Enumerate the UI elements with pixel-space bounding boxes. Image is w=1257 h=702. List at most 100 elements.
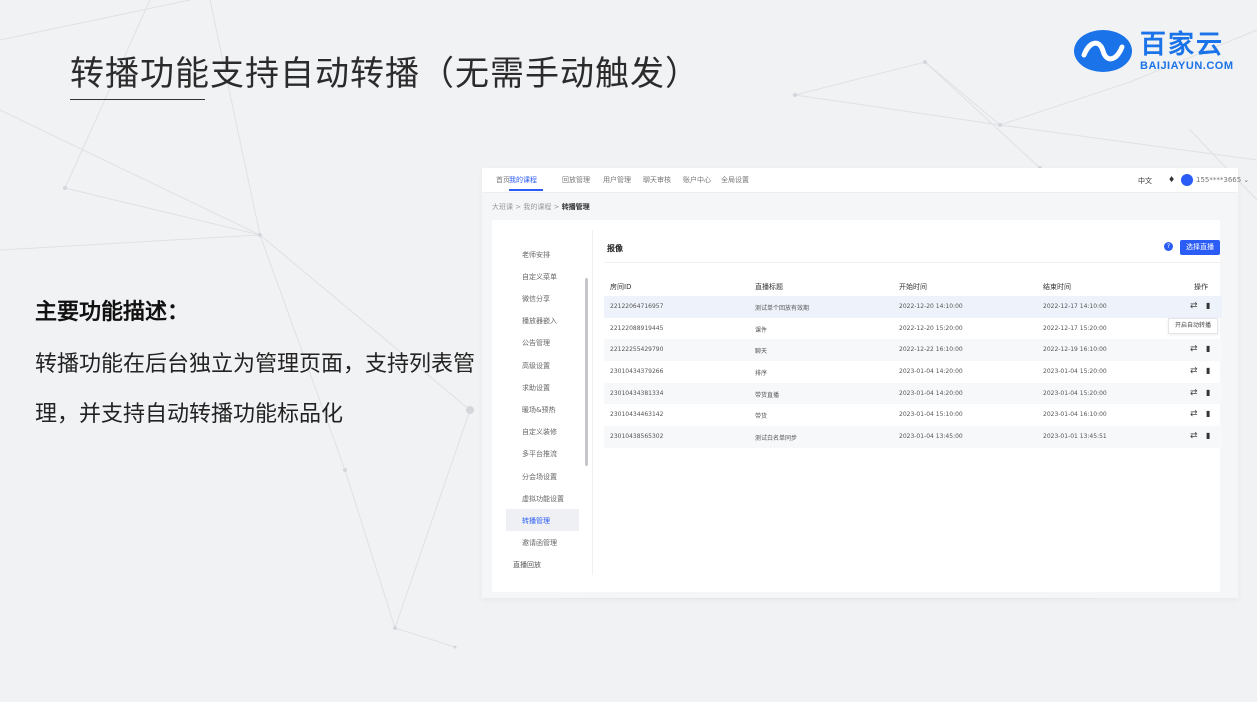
- cell-end-time: 2022-12-17 15:20:00: [1043, 324, 1107, 332]
- cell-room-id: 22122064716957: [610, 303, 664, 310]
- sidebar-item-decoration[interactable]: 自定义装修: [522, 427, 557, 437]
- cell-end-time: 2022-12-17 14:10:00: [1043, 303, 1107, 310]
- column-actions: 操作: [1194, 283, 1208, 291]
- cell-start-time: 2022-12-20 15:20:00: [899, 324, 963, 332]
- title-divider: [604, 262, 1222, 263]
- table-row[interactable]: 23010434381334 带货直播 2023-01-04 14:20:00 …: [604, 382, 1222, 405]
- nav-my-courses[interactable]: 我的课程: [509, 175, 537, 185]
- table-header: 房间ID 直播标题 开始时间 结束时间 操作: [604, 275, 1222, 296]
- cell-room-id: 22122255429790: [610, 346, 664, 354]
- sidebar-item-sub-venue[interactable]: 分会场设置: [522, 472, 557, 482]
- trash-icon[interactable]: ▮: [1206, 431, 1210, 440]
- content-panel: 老师安排 自定义菜单 微信分享 播放器嵌入 公告管理 高级设置 求助设置 暖场&…: [492, 220, 1222, 592]
- sidebar-item-help[interactable]: 求助设置: [522, 383, 550, 393]
- breadcrumb-root[interactable]: 大班课: [492, 203, 513, 211]
- sidebar-item-virtual[interactable]: 虚拟功能设置: [522, 494, 564, 504]
- nav-account[interactable]: 账户中心: [683, 175, 711, 185]
- description-heading: 主要功能描述：: [35, 299, 190, 325]
- admin-console-screenshot: 首页 我的课程 回放管理 用户管理 聊天审核 账户中心 全局设置 中文 ♦ 15…: [482, 168, 1249, 598]
- breadcrumb-parent[interactable]: 我的课程: [523, 203, 551, 211]
- relay-toggle-icon[interactable]: ⇄: [1190, 431, 1198, 441]
- cell-room-id: 22122088919445: [610, 324, 664, 332]
- cell-room-id: 23010438565302: [610, 433, 664, 441]
- breadcrumb: 大班课 > 我的课程 > 转播管理: [492, 202, 590, 212]
- cell-title: 测试单个回放有效期: [755, 305, 810, 312]
- cell-start-time: 2023-01-04 15:10:00: [899, 411, 963, 419]
- nav-chat-review[interactable]: 聊天审核: [643, 175, 671, 185]
- trash-icon[interactable]: ▮: [1206, 301, 1210, 310]
- user-account-menu[interactable]: 155****3665 ⌄: [1196, 176, 1249, 184]
- cell-start-time: 2022-12-22 16:10:00: [899, 346, 963, 354]
- sidebar-scrollbar[interactable]: [585, 278, 588, 466]
- bell-icon[interactable]: ♦: [1168, 175, 1175, 184]
- baijiayun-logo-icon: [1074, 30, 1132, 72]
- sidebar-item-player-embed[interactable]: 播放器嵌入: [522, 316, 557, 326]
- table-row[interactable]: 23010434379266 排序 2023-01-04 14:20:00 20…: [604, 361, 1222, 383]
- cell-room-id: 23010434379266: [610, 368, 664, 376]
- cell-end-time: 2023-01-04 15:20:00: [1043, 389, 1107, 397]
- sidebar-item-relay[interactable]: 转播管理: [522, 516, 550, 526]
- breadcrumb-current: 转播管理: [561, 203, 590, 211]
- cell-title: 课件: [755, 326, 768, 334]
- relay-toggle-icon[interactable]: ⇄: [1190, 366, 1198, 376]
- nav-users[interactable]: 用户管理: [603, 175, 631, 185]
- trash-icon[interactable]: ▮: [1206, 409, 1210, 418]
- cell-start-time: 2023-01-04 14:20:00: [899, 389, 963, 397]
- table-row[interactable]: 23010434463142 带货 2023-01-04 15:10:00 20…: [604, 404, 1222, 426]
- table-row[interactable]: 23010438565302 测试白名单同步 2023-01-04 13:45:…: [604, 426, 1222, 448]
- relay-toggle-icon[interactable]: ⇄: [1190, 388, 1198, 398]
- cell-start-time: 2022-12-20 14:10:00: [899, 303, 963, 310]
- cell-title: 排序: [755, 370, 768, 378]
- sidebar-item-teachers[interactable]: 老师安排: [522, 250, 550, 260]
- cell-title: 带货直播: [755, 391, 780, 399]
- sidebar-item-replay[interactable]: 直播回放: [513, 560, 541, 570]
- select-live-button[interactable]: 选择直播: [1180, 240, 1220, 255]
- column-start-time: 开始时间: [899, 283, 927, 291]
- sidebar-item-multistream[interactable]: 多平台推流: [522, 449, 557, 459]
- cell-start-time: 2023-01-04 13:45:00: [899, 433, 963, 441]
- cell-end-time: 2023-01-04 15:20:00: [1043, 368, 1107, 376]
- trash-icon[interactable]: ▮: [1206, 344, 1210, 353]
- table-row[interactable]: 22122088919445 课件 2022-12-20 15:20:00 20…: [604, 318, 1222, 340]
- sidebar-divider: [592, 230, 593, 575]
- title-underline: [70, 99, 205, 100]
- cell-title: 测试白名单同步: [755, 435, 798, 443]
- relay-toggle-icon[interactable]: ⇄: [1190, 344, 1198, 354]
- cell-start-time: 2023-01-04 14:20:00: [899, 368, 963, 376]
- sidebar-item-invitation[interactable]: 邀请函管理: [522, 538, 557, 548]
- sidebar-item-custom-menu[interactable]: 自定义菜单: [522, 272, 557, 282]
- sidebar-item-warmup[interactable]: 暖场&预热: [522, 405, 555, 415]
- nav-playback[interactable]: 回放管理: [562, 175, 590, 185]
- column-room-id: 房间ID: [610, 283, 632, 291]
- table-row[interactable]: 22122064716957 测试单个回放有效期 2022-12-20 14:1…: [604, 296, 1222, 318]
- feature-description: 主要功能描述： 转播功能在后台独立为管理页面，支持列表管理，并支持自动转播功能标…: [35, 294, 475, 440]
- description-body: 转播功能在后台独立为管理页面，支持列表管理，并支持自动转播功能标品化: [35, 352, 476, 427]
- cell-end-time: 2023-01-04 16:10:00: [1043, 411, 1107, 419]
- column-title: 直播标题: [755, 283, 783, 291]
- relay-toggle-icon[interactable]: ⇄: [1190, 409, 1198, 419]
- cell-end-time: 2022-12-19 16:10:00: [1043, 346, 1107, 354]
- logo-chinese-text: 百家云: [1140, 29, 1225, 60]
- sidebar-item-wechat-share[interactable]: 微信分享: [522, 294, 550, 304]
- auto-relay-tooltip[interactable]: 开启自动转播: [1168, 318, 1218, 334]
- relay-table: 房间ID 直播标题 开始时间 结束时间 操作 22122064716957 测试…: [604, 275, 1222, 448]
- relay-toggle-icon[interactable]: ⇄: [1190, 301, 1198, 311]
- nav-home[interactable]: 首页: [496, 175, 510, 185]
- trash-icon[interactable]: ▮: [1206, 388, 1210, 397]
- sidebar-item-announcements[interactable]: 公告管理: [522, 338, 550, 348]
- cell-end-time: 2023-01-01 13:45:51: [1043, 433, 1107, 441]
- user-avatar[interactable]: [1181, 174, 1193, 186]
- trash-icon[interactable]: ▮: [1206, 366, 1210, 375]
- table-row[interactable]: 22122255429790 聊天 2022-12-22 16:10:00 20…: [604, 339, 1222, 362]
- cell-title: 聊天: [755, 348, 768, 356]
- help-icon[interactable]: ?: [1164, 242, 1173, 251]
- cell-room-id: 23010434463142: [610, 411, 664, 419]
- logo-english-text: BAIJIAYUN.COM: [1140, 59, 1234, 72]
- sidebar-item-advanced[interactable]: 高级设置: [522, 361, 550, 371]
- cell-title: 带货: [755, 413, 768, 421]
- column-end-time: 结束时间: [1043, 283, 1071, 291]
- nav-global-settings[interactable]: 全局设置: [721, 175, 749, 185]
- page-title: 报像: [607, 244, 623, 253]
- slide-title: 转播功能支持自动转播（无需手动触发）: [70, 54, 700, 94]
- language-switch[interactable]: 中文: [1138, 176, 1152, 186]
